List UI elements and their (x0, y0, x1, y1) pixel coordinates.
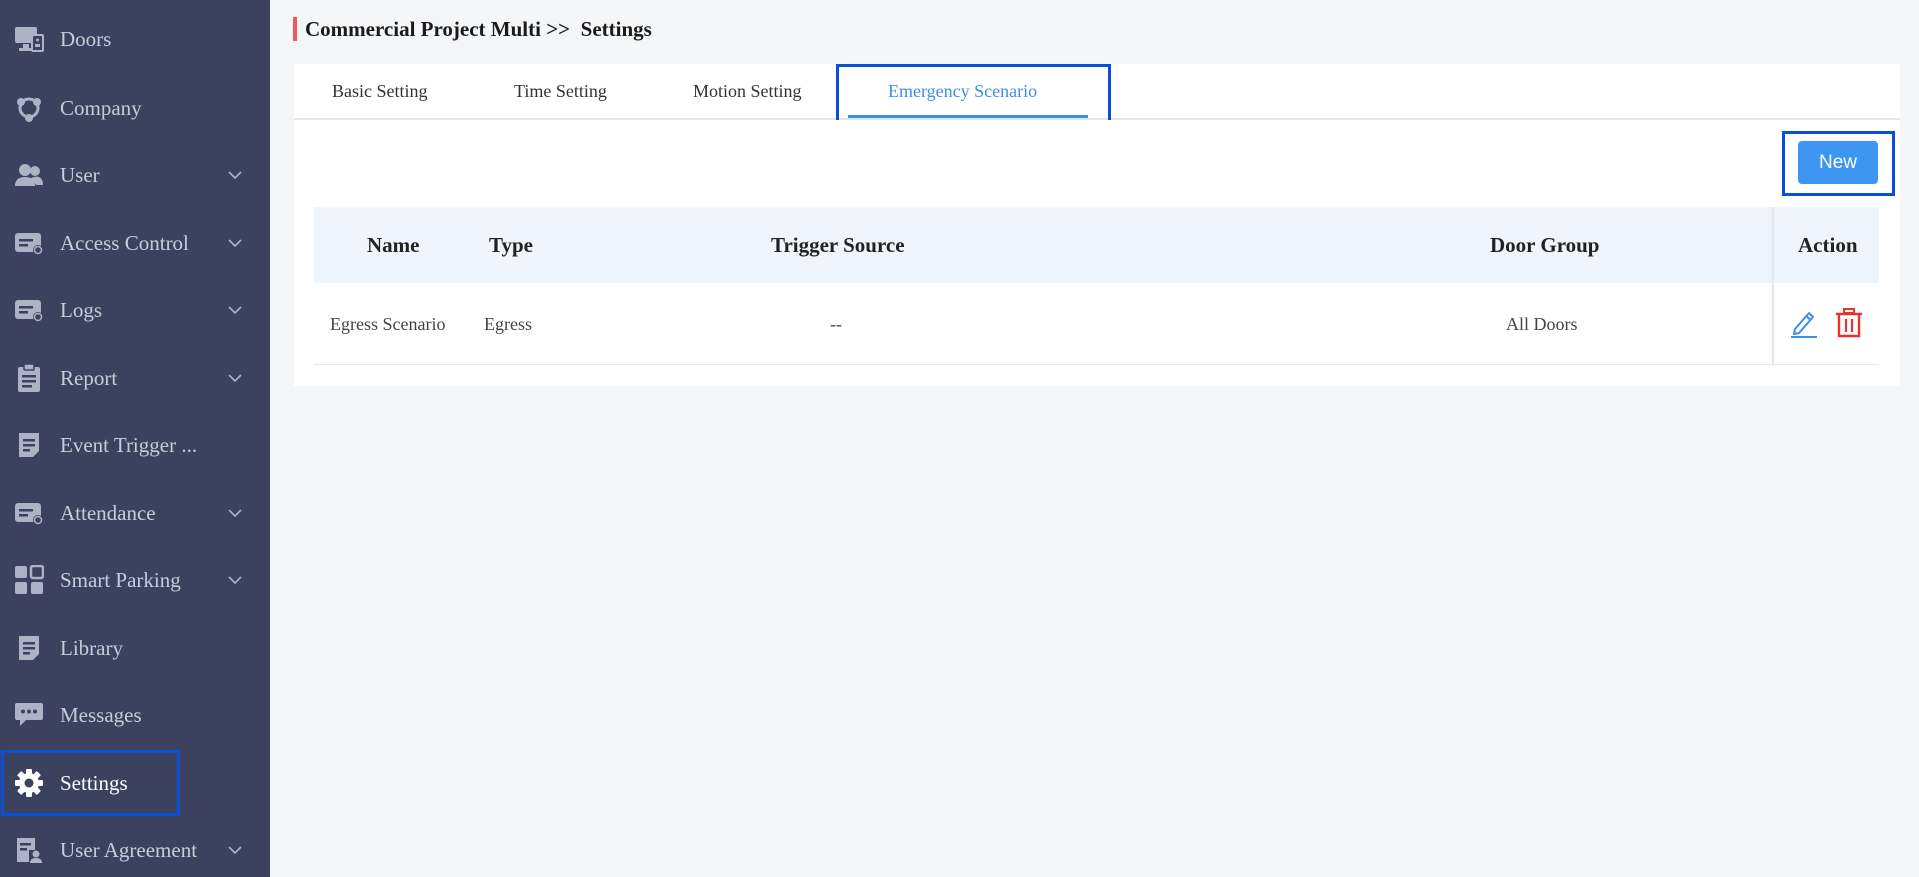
sidebar-item-label: Event Trigger ... (60, 432, 198, 457)
chevron-down-icon (228, 236, 242, 250)
sidebar-item-library[interactable]: Library (0, 620, 270, 676)
sidebar-item-label: Logs (60, 297, 102, 322)
sidebar-item-user[interactable]: User (0, 147, 270, 203)
users-icon (14, 160, 44, 190)
column-header-name: Name (367, 232, 420, 257)
cell-door-group: All Doors (1506, 313, 1578, 334)
delete-icon[interactable] (1834, 307, 1864, 339)
document-icon (14, 430, 44, 460)
user-doc-icon (14, 835, 44, 865)
column-header-door-group: Door Group (1490, 232, 1600, 257)
monitor-icon (14, 24, 44, 54)
chevron-down-icon (228, 371, 242, 385)
chevron-down-icon (228, 573, 242, 587)
document-icon (14, 633, 44, 663)
chevron-down-icon (228, 506, 242, 520)
sidebar-item-event-trigger[interactable]: Event Trigger ... (0, 417, 270, 473)
sidebar-item-label: Library (60, 635, 123, 660)
sidebar-item-report[interactable]: Report (0, 350, 270, 406)
company-icon (14, 93, 44, 123)
sidebar-item-attendance[interactable]: Attendance (0, 485, 270, 541)
sidebar-item-doors[interactable]: Doors (0, 11, 270, 67)
breadcrumb-separator: >> (540, 16, 581, 41)
chevron-down-icon (228, 303, 242, 317)
chevron-down-icon (228, 168, 242, 182)
sidebar-item-label: Smart Parking (60, 567, 181, 592)
sidebar-item-access-control[interactable]: Access Control (0, 215, 270, 271)
column-header-trigger-source: Trigger Source (771, 232, 905, 257)
sidebar-item-label: User Agreement (60, 837, 198, 862)
card-icon (14, 228, 44, 258)
sidebar-item-smart-parking[interactable]: Smart Parking (0, 552, 270, 608)
sidebar-item-label: Doors (60, 26, 112, 51)
chat-icon (14, 700, 44, 730)
card-icon (14, 295, 44, 325)
column-header-type: Type (489, 232, 533, 257)
sidebar-item-logs[interactable]: Logs (0, 282, 270, 338)
sidebar-item-label: Company (60, 95, 142, 120)
breadcrumb: Commercial Project Multi >> Settings (293, 15, 652, 43)
sidebar: Doors Company User Access Control Logs R… (0, 0, 270, 877)
sidebar-item-company[interactable]: Company (0, 80, 270, 136)
action-column-divider (1772, 207, 1774, 364)
card-icon (14, 498, 44, 528)
table-header: Name Type Trigger Source Door Group Acti… (314, 207, 1879, 283)
sidebar-item-settings[interactable]: Settings (0, 755, 270, 811)
table-row: Egress Scenario Egress -- All Doors (314, 284, 1879, 365)
breadcrumb-accent-bar (293, 17, 297, 41)
edit-icon[interactable] (1789, 307, 1819, 339)
sidebar-item-label: Access Control (60, 230, 189, 255)
grid-icon (14, 565, 44, 595)
tab-emergency-scenario[interactable]: Emergency Scenario (888, 64, 1037, 118)
chevron-down-icon (228, 843, 242, 857)
page-title: Settings (580, 16, 652, 41)
tab-time-setting[interactable]: Time Setting (514, 64, 607, 118)
cell-name: Egress Scenario (330, 313, 446, 334)
column-header-action: Action (1798, 232, 1858, 257)
tab-motion-setting[interactable]: Motion Setting (693, 64, 802, 118)
sidebar-item-label: User (60, 162, 100, 187)
new-button[interactable]: New (1798, 141, 1878, 184)
sidebar-item-label: Messages (60, 702, 142, 727)
tab-basic-setting[interactable]: Basic Setting (332, 64, 428, 118)
cell-type: Egress (484, 313, 532, 334)
active-tab-indicator (848, 115, 1088, 118)
gear-icon (14, 768, 44, 798)
cell-trigger-source: -- (830, 313, 842, 334)
sidebar-item-label: Settings (60, 770, 128, 795)
clipboard-icon (14, 363, 44, 393)
sidebar-item-label: Report (60, 365, 118, 390)
breadcrumb-project: Commercial Project Multi (305, 16, 541, 41)
sidebar-item-messages[interactable]: Messages (0, 687, 270, 743)
sidebar-item-user-agreement[interactable]: User Agreement (0, 822, 270, 877)
sidebar-item-label: Attendance (60, 500, 156, 525)
tab-bar: Basic Setting Time Setting Motion Settin… (294, 64, 1900, 120)
